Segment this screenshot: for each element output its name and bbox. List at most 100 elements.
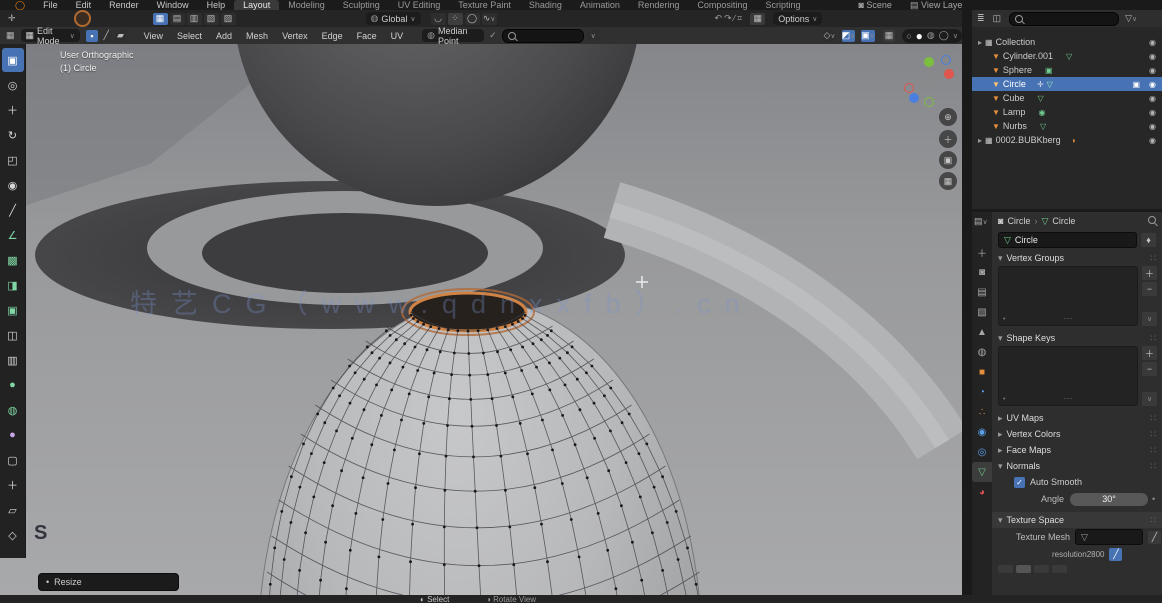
select-mode-face[interactable]: ▰ bbox=[114, 30, 126, 42]
zoom-button[interactable]: ⊕ bbox=[939, 108, 957, 126]
navigation-gizmo[interactable] bbox=[902, 52, 958, 110]
tab-object[interactable]: ■ bbox=[972, 362, 992, 382]
section-vertex-colors[interactable]: ▸Vertex Colors∷ bbox=[992, 426, 1162, 442]
add-vertex-group-button[interactable]: ＋ bbox=[1142, 266, 1157, 280]
snap-with-dropdown[interactable]: ⁘ bbox=[448, 13, 463, 25]
outliner-search-input[interactable] bbox=[1009, 12, 1119, 26]
tab-world[interactable]: ◍ bbox=[972, 342, 992, 362]
outliner-row-blendfile[interactable]: ▸▦ 0002.BUBKberg ◗ ◉ bbox=[972, 133, 1162, 147]
tool-annotate[interactable]: ╱ bbox=[2, 198, 24, 222]
tool-inset-faces[interactable]: ▣ bbox=[2, 298, 24, 322]
transform-orientation-dropdown[interactable]: ◍ Global ∨ bbox=[366, 12, 421, 25]
eye-icon[interactable]: ◉ bbox=[1149, 52, 1156, 61]
workspace-tab-layout[interactable]: Layout bbox=[234, 0, 279, 10]
tool-brush-icon[interactable] bbox=[74, 10, 91, 27]
camera-view-button[interactable]: ▣ bbox=[939, 151, 957, 169]
editor-type-icon[interactable]: ▦ bbox=[6, 30, 15, 41]
outliner-filter-icon[interactable]: ▽∨ bbox=[1125, 13, 1137, 24]
tab-object-data[interactable]: ▽ bbox=[972, 462, 992, 482]
menu-edge[interactable]: Edge bbox=[315, 31, 350, 41]
outliner-editor-icon[interactable]: ≣ bbox=[977, 13, 985, 24]
menu-face[interactable]: Face bbox=[350, 31, 384, 41]
tool-shear[interactable]: ▱ bbox=[2, 498, 24, 522]
tool-poly-build[interactable]: ● bbox=[2, 373, 24, 397]
axis-z-icon[interactable] bbox=[909, 93, 919, 103]
scene-selector[interactable]: ◙ Scene bbox=[849, 0, 900, 10]
menu-view[interactable]: View bbox=[137, 31, 170, 41]
section-normals[interactable]: ▾Normals∷ bbox=[992, 458, 1162, 474]
vertex-group-specials-menu[interactable]: ∨ bbox=[1142, 312, 1157, 326]
grid-toggle[interactable]: ▦ bbox=[750, 13, 765, 25]
tool-transform[interactable]: ◉ bbox=[2, 173, 24, 197]
menu-file[interactable]: File bbox=[34, 0, 67, 10]
search-icon[interactable] bbox=[1148, 216, 1156, 224]
workspace-tab-compositing[interactable]: Compositing bbox=[688, 0, 756, 10]
eye-icon[interactable]: ◉ bbox=[1149, 108, 1156, 117]
tab-tool[interactable]: ＋ bbox=[972, 242, 992, 262]
section-face-maps[interactable]: ▸Face Maps∷ bbox=[992, 442, 1162, 458]
tool-measure[interactable]: ∠ bbox=[2, 223, 24, 247]
tool-rotate[interactable]: ↻ bbox=[2, 123, 24, 147]
outliner-row-sphere[interactable]: ▼ Sphere ▣ ◉ bbox=[972, 63, 1162, 77]
outliner-row-circle-selected[interactable]: ▼ Circle ✛ ▽ ▣ ◉ bbox=[972, 77, 1162, 91]
outliner-row-lamp[interactable]: ▼ Lamp ◉ ◉ bbox=[972, 105, 1162, 119]
outliner-row-cube[interactable]: ▼ Cube ▽ ◉ bbox=[972, 91, 1162, 105]
axis-y-neg-icon[interactable] bbox=[925, 98, 934, 107]
menu-mesh[interactable]: Mesh bbox=[239, 31, 275, 41]
shading-material-icon[interactable]: ◍ bbox=[927, 30, 935, 41]
camera-icon[interactable]: ▣ bbox=[1132, 80, 1140, 89]
outliner-display-mode-icon[interactable]: ◫ bbox=[993, 13, 1002, 24]
section-texture-space[interactable]: ▾Texture Space∷ bbox=[992, 512, 1162, 528]
header-search-input[interactable] bbox=[502, 29, 584, 43]
active-tool-icon[interactable]: ✛ bbox=[8, 13, 16, 24]
eye-icon[interactable]: ◉ bbox=[1149, 94, 1156, 103]
auto-smooth-checkbox[interactable]: ✓ bbox=[1014, 477, 1025, 488]
search-dropdown[interactable]: ∨ bbox=[587, 30, 599, 42]
remove-vertex-group-button[interactable]: − bbox=[1142, 282, 1157, 296]
tool-spin[interactable]: ◍ bbox=[2, 398, 24, 422]
select-mode-vertex[interactable]: ▪ bbox=[86, 30, 98, 42]
menu-vertex[interactable]: Vertex bbox=[275, 31, 315, 41]
eye-icon[interactable]: ◉ bbox=[1149, 80, 1156, 89]
tool-option-3[interactable]: ▥ bbox=[187, 13, 202, 25]
shading-solid-icon[interactable]: ● bbox=[916, 29, 923, 43]
angle-value-slider[interactable]: 30° bbox=[1070, 493, 1148, 506]
tool-bevel[interactable]: ◫ bbox=[2, 323, 24, 347]
breadcrumb-object[interactable]: Circle bbox=[1007, 216, 1030, 226]
tool-edge-slide[interactable]: ▢ bbox=[2, 448, 24, 472]
workspace-tab-texture-paint[interactable]: Texture Paint bbox=[449, 0, 520, 10]
breadcrumb-data[interactable]: Circle bbox=[1052, 216, 1075, 226]
menu-add[interactable]: Add bbox=[209, 31, 239, 41]
tool-option-2[interactable]: ▤ bbox=[170, 13, 185, 25]
tab-physics[interactable]: ◉ bbox=[972, 422, 992, 442]
add-shape-key-button[interactable]: ＋ bbox=[1142, 346, 1157, 360]
workspace-tab-uv-editing[interactable]: UV Editing bbox=[389, 0, 450, 10]
shape-key-specials-menu[interactable]: ∨ bbox=[1142, 392, 1157, 406]
eyedropper-button[interactable]: ╱ bbox=[1148, 531, 1161, 544]
tool-move[interactable]: ＋ bbox=[2, 98, 24, 122]
datablock-name-field[interactable]: ▽ Circle bbox=[998, 232, 1137, 248]
texture-mesh-field[interactable]: ▽ bbox=[1075, 529, 1143, 545]
tab-view-layer[interactable]: ▧ bbox=[972, 302, 992, 322]
section-vertex-groups[interactable]: ▾Vertex Groups∷ bbox=[992, 250, 1162, 266]
mode-dropdown[interactable]: ▦ Edit Mode ∨ bbox=[21, 29, 80, 42]
tool-option-1[interactable]: ▦ bbox=[153, 13, 168, 25]
outliner-row-nurbs[interactable]: ▼ Nurbs ▽ ◉ bbox=[972, 119, 1162, 133]
options-dropdown[interactable]: Options∨ bbox=[773, 12, 822, 25]
remove-shape-key-button[interactable]: − bbox=[1142, 362, 1157, 376]
workspace-tab-sculpting[interactable]: Sculpting bbox=[334, 0, 389, 10]
section-shape-keys[interactable]: ▾Shape Keys∷ bbox=[992, 330, 1162, 346]
menu-render[interactable]: Render bbox=[100, 0, 148, 10]
pan-button[interactable]: ＋ bbox=[939, 130, 957, 148]
cutoff-button-1[interactable] bbox=[998, 565, 1013, 573]
proportional-editing-toggle[interactable]: ◯ bbox=[465, 13, 480, 25]
menu-edit[interactable]: Edit bbox=[67, 0, 101, 10]
tool-shrink-fatten[interactable]: ＋ bbox=[2, 473, 24, 497]
gizmo-dropdown[interactable]: ◇∨ bbox=[823, 30, 835, 42]
snap-grid-button[interactable]: ▦ bbox=[883, 30, 895, 42]
tool-smooth[interactable]: ● bbox=[2, 423, 24, 447]
history-icons[interactable]: ↶↷∕⌗ bbox=[715, 13, 745, 24]
pivot-point-dropdown[interactable]: ◍ Median Point bbox=[422, 29, 484, 42]
select-mode-edge[interactable]: ╱ bbox=[100, 30, 112, 42]
tool-add-cube[interactable]: ▩ bbox=[2, 248, 24, 272]
